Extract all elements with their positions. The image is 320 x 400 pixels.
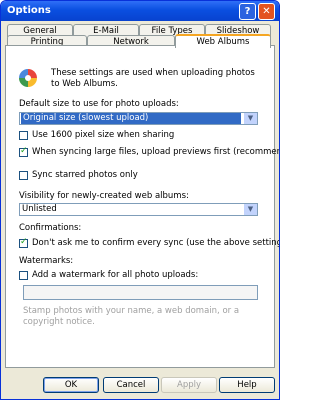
confirmations-label: Confirmations: — [19, 223, 82, 233]
dont-confirm-checkbox[interactable] — [19, 237, 28, 248]
default-size-value: Original size (slowest upload) — [21, 113, 241, 124]
chevron-down-icon[interactable]: ▼ — [243, 113, 257, 124]
visibility-label: Visibility for newly-created web albums: — [19, 191, 189, 201]
default-size-dropdown[interactable]: Original size (slowest upload) ▼ — [19, 112, 258, 125]
watermark-description: Stamp photos with your name, a web domai… — [23, 306, 240, 327]
dont-confirm-label: Don't ask me to confirm every sync (use … — [32, 238, 280, 248]
title-bar[interactable]: Options ? ✕ — [1, 1, 279, 21]
upload-previews-checkbox[interactable] — [19, 146, 28, 157]
watermarks-label: Watermarks: — [19, 256, 74, 266]
upload-previews-label: When syncing large files, upload preview… — [32, 147, 280, 157]
chevron-down-icon[interactable]: ▼ — [243, 204, 257, 215]
use-1600-label: Use 1600 pixel size when sharing — [32, 130, 175, 140]
sync-starred-checkbox[interactable] — [19, 171, 28, 180]
help-icon[interactable]: ? — [239, 3, 256, 20]
add-watermark-checkbox[interactable] — [19, 271, 28, 280]
ok-button[interactable]: OK — [43, 377, 99, 393]
add-watermark-label: Add a watermark for all photo uploads: — [32, 270, 199, 280]
visibility-dropdown[interactable]: Unlisted ▼ — [19, 203, 258, 216]
sync-starred-label: Sync starred photos only — [32, 170, 138, 180]
use-1600-checkbox[interactable] — [19, 131, 28, 140]
tab-web-albums[interactable]: Web Albums — [175, 34, 271, 48]
close-icon[interactable]: ✕ — [258, 3, 275, 20]
options-dialog: Options ? ✕ General E-Mail File Types Sl… — [0, 0, 280, 400]
intro-text: These settings are used when uploading p… — [51, 68, 255, 89]
apply-button[interactable]: Apply — [161, 377, 217, 393]
watermark-text-input[interactable] — [23, 285, 258, 300]
help-button[interactable]: Help — [219, 377, 275, 393]
default-size-label: Default size to use for photo uploads: — [19, 99, 179, 109]
window-title: Options — [7, 5, 51, 16]
visibility-value: Unlisted — [22, 204, 57, 214]
cancel-button[interactable]: Cancel — [103, 377, 159, 393]
picasa-logo-icon — [19, 69, 37, 87]
